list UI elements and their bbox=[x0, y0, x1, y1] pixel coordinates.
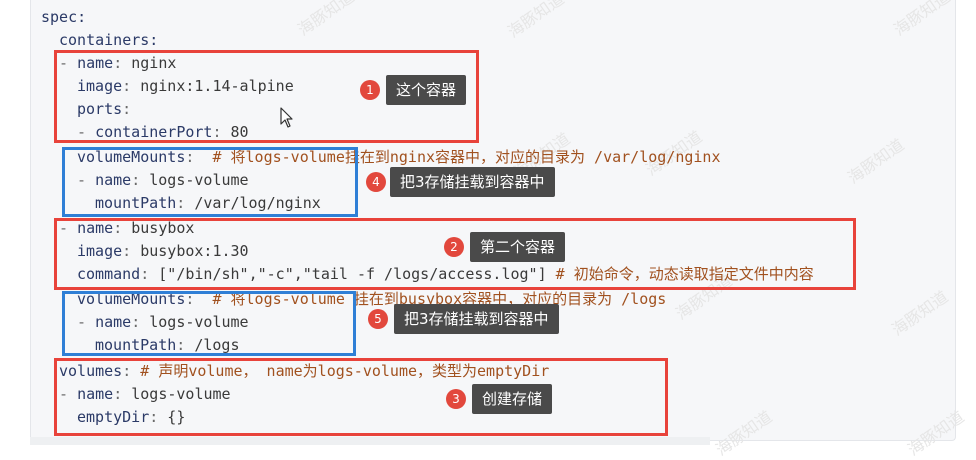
watermark: 海豚知道 bbox=[888, 287, 952, 340]
code-line-spec: spec: bbox=[41, 6, 86, 28]
highlight-box-volumes bbox=[54, 358, 668, 436]
mouse-cursor-icon bbox=[280, 107, 293, 128]
annotation-badge-2: 2 bbox=[444, 237, 464, 257]
panel-bottom-strip bbox=[30, 437, 710, 445]
highlight-box-busybox-volume-mounts bbox=[62, 291, 356, 356]
annotation-badge-1: 1 bbox=[360, 80, 380, 100]
code-line-containers: containers: bbox=[59, 29, 158, 51]
annotation-badge-5: 5 bbox=[368, 309, 388, 329]
annotation-badge-4: 4 bbox=[366, 172, 386, 192]
watermark: 海豚知道 bbox=[890, 0, 954, 40]
annotation-callout-3: 创建存储 bbox=[472, 384, 553, 414]
watermark: 海豚知道 bbox=[504, 0, 568, 42]
annotation-badge-3: 3 bbox=[446, 389, 466, 409]
watermark: 海豚知道 bbox=[904, 407, 968, 460]
annotation-callout-4: 把3存储挂载到容器中 bbox=[390, 167, 555, 197]
highlight-box-nginx-volume-mounts bbox=[62, 147, 358, 217]
annotation-callout-2: 第二个容器 bbox=[470, 232, 566, 262]
watermark: 海豚知道 bbox=[294, 0, 358, 40]
yaml-key: containers: bbox=[59, 31, 159, 49]
yaml-key: spec: bbox=[41, 8, 87, 26]
annotation-callout-5: 把3存储挂载到容器中 bbox=[394, 304, 559, 334]
watermark: 海豚知道 bbox=[712, 407, 776, 460]
annotation-callout-1: 这个容器 bbox=[386, 75, 467, 105]
watermark: 海豚知道 bbox=[844, 135, 908, 188]
